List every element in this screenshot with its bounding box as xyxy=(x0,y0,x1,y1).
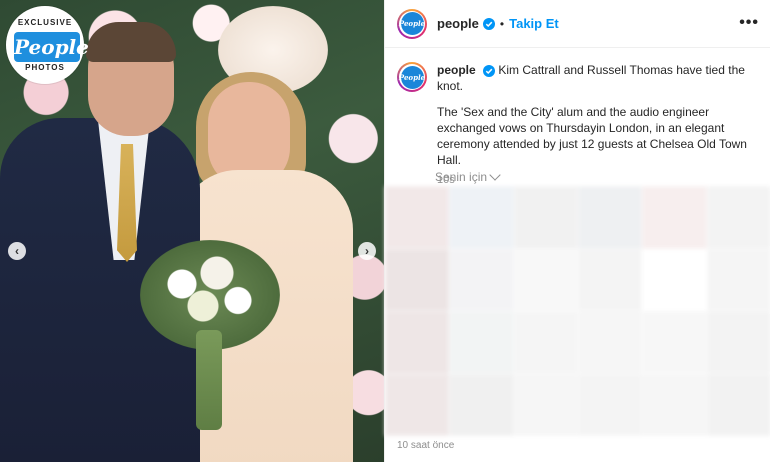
caption-verified-badge-icon xyxy=(483,64,496,77)
post-time-ago: 10 saat önce xyxy=(397,440,455,451)
avatar[interactable]: People xyxy=(397,8,427,39)
caption-body: The 'Sex and the City' alum and the audi… xyxy=(437,105,747,167)
post-header: People people • Takip Et ••• xyxy=(385,0,770,48)
blurred-cell xyxy=(706,311,770,374)
blurred-cell xyxy=(578,248,643,311)
post-side-panel: People people • Takip Et ••• People peop… xyxy=(384,0,770,462)
blurred-cell xyxy=(449,186,514,249)
blurred-cell xyxy=(578,311,643,374)
blurred-cell xyxy=(385,311,450,374)
people-logo: People xyxy=(14,32,89,62)
caption-avatar[interactable]: People xyxy=(397,62,427,92)
blurred-cell xyxy=(642,311,707,374)
blurred-comments-area xyxy=(385,186,770,436)
chevron-left-icon: ‹ xyxy=(15,244,19,258)
previous-slide-button[interactable]: ‹ xyxy=(8,242,26,260)
badge-bottom-text: PHOTOS xyxy=(25,63,65,72)
blurred-cell xyxy=(513,373,578,436)
bouquet-stems xyxy=(196,330,222,430)
post-caption: People people Kim Cattrall and Russell T… xyxy=(397,62,757,186)
caption-username[interactable]: people xyxy=(437,63,476,77)
chevron-right-icon: › xyxy=(365,244,369,258)
blurred-cell xyxy=(449,311,514,374)
blurred-cell xyxy=(706,186,770,249)
blurred-cell xyxy=(642,373,707,436)
for-you-toggle[interactable]: Senin için xyxy=(435,169,501,184)
post-media[interactable]: EXCLUSIVE People PHOTOS ‹ › xyxy=(0,0,384,462)
blurred-cell xyxy=(513,186,578,249)
blurred-cell xyxy=(513,248,578,311)
header-separator: • xyxy=(499,16,505,31)
badge-top-text: EXCLUSIVE xyxy=(17,18,73,27)
blurred-cell xyxy=(449,373,514,436)
exclusive-photos-badge: EXCLUSIVE People PHOTOS xyxy=(6,6,89,84)
blurred-cell xyxy=(578,186,643,249)
follow-button[interactable]: Takip Et xyxy=(509,16,559,31)
blurred-cell xyxy=(706,373,770,436)
groom-hair xyxy=(86,22,176,62)
blurred-cell xyxy=(706,248,770,311)
blurred-cell xyxy=(513,311,578,374)
blurred-cell xyxy=(385,248,450,311)
blurred-cell xyxy=(449,248,514,311)
avatar-logo: People xyxy=(399,12,425,35)
blurred-cell xyxy=(578,373,643,436)
blurred-cell xyxy=(385,373,450,436)
header-username[interactable]: people xyxy=(437,16,479,31)
chevron-down-icon xyxy=(489,169,501,181)
blurred-cell xyxy=(642,186,707,249)
caption-avatar-logo: People xyxy=(399,65,425,89)
blurred-cell xyxy=(642,248,707,311)
next-slide-button[interactable]: › xyxy=(358,242,376,260)
blurred-cell xyxy=(385,186,450,249)
more-options-icon[interactable]: ••• xyxy=(739,14,759,32)
verified-badge-icon xyxy=(482,17,495,30)
for-you-label: Senin için xyxy=(435,170,488,184)
